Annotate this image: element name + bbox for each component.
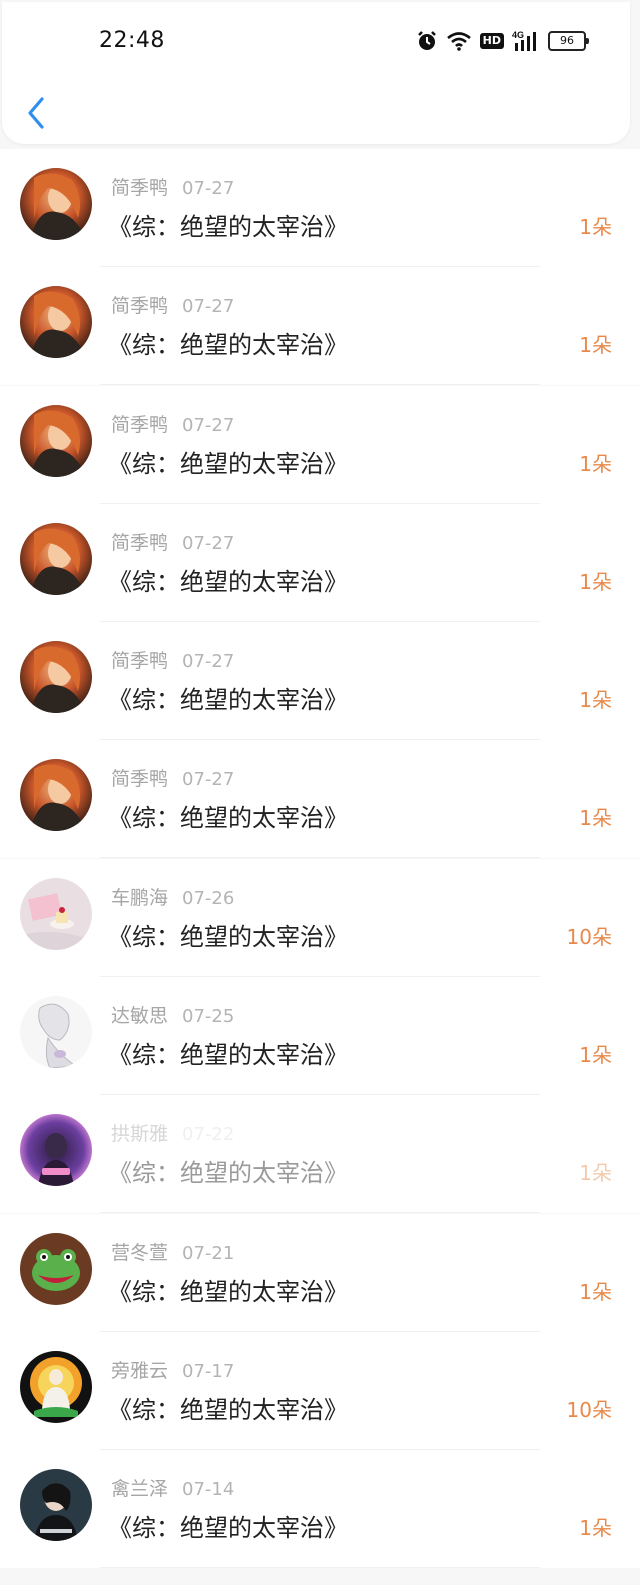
user-name: 简季鸭 <box>111 768 169 791</box>
user-name: 拱斯雅 <box>111 1123 169 1146</box>
gift-record-row[interactable]: 简季鸭 07-27 《综：绝望的太宰治》 1朵 <box>0 503 640 622</box>
flower-amount: 1朵 <box>579 451 612 476</box>
row-divider <box>100 1567 540 1569</box>
book-title: 《综：绝望的太宰治》 <box>108 922 348 951</box>
flower-amount: 1朵 <box>579 1279 612 1304</box>
hd-icon: HD <box>479 33 504 49</box>
gift-record-row[interactable]: 达敏思 07-25 《综：绝望的太宰治》 1朵 <box>0 977 640 1096</box>
user-name: 简季鸭 <box>111 650 169 673</box>
gift-record-row[interactable]: 简季鸭 07-27 《综：绝望的太宰治》 1朵 <box>0 740 640 859</box>
record-meta: 简季鸭 07-27 <box>111 646 234 673</box>
gift-record-row[interactable]: 简季鸭 07-27 《综：绝望的太宰治》 1朵 <box>0 267 640 386</box>
top-bar: 22:48 HD 4G 96 <box>2 2 630 144</box>
record-date: 07-25 <box>182 1006 235 1028</box>
book-title: 《综：绝望的太宰治》 <box>108 1041 348 1070</box>
user-name: 营冬萱 <box>111 1241 169 1264</box>
flower-amount: 1朵 <box>579 688 612 713</box>
user-name: 简季鸭 <box>111 177 169 199</box>
flower-amount: 1朵 <box>579 1043 612 1068</box>
avatar[interactable] <box>20 1469 92 1542</box>
record-date: 07-22 <box>182 1124 235 1146</box>
book-title: 《综：绝望的太宰治》 <box>108 213 348 241</box>
record-date: 07-27 <box>182 651 235 673</box>
user-name: 简季鸭 <box>111 413 169 436</box>
user-name: 简季鸭 <box>111 295 169 318</box>
book-title: 《综：绝望的太宰治》 <box>108 567 348 596</box>
record-date: 07-17 <box>182 1360 235 1382</box>
record-meta: 简季鸭 07-27 <box>111 528 234 555</box>
flower-amount: 1朵 <box>579 215 612 239</box>
user-name: 禽兰泽 <box>111 1478 169 1501</box>
book-title: 《综：绝望的太宰治》 <box>108 1277 348 1306</box>
record-meta: 拱斯雅 07-22 <box>111 1119 234 1146</box>
user-name: 简季鸭 <box>111 531 169 554</box>
avatar[interactable] <box>20 1114 92 1187</box>
avatar[interactable] <box>20 522 92 595</box>
user-name: 达敏思 <box>111 1005 169 1028</box>
book-title: 《综：绝望的太宰治》 <box>108 1395 348 1424</box>
flower-amount: 10朵 <box>566 924 612 949</box>
flower-amount: 1朵 <box>579 569 612 594</box>
flower-amount: 10朵 <box>566 1397 612 1422</box>
user-name: 旁雅云 <box>111 1359 169 1382</box>
book-title: 《综：绝望的太宰治》 <box>108 1159 348 1188</box>
record-date: 07-14 <box>182 1479 235 1501</box>
book-title: 《综：绝望的太宰治》 <box>108 449 348 478</box>
gift-record-row[interactable]: 车鹏海 07-26 《综：绝望的太宰治》 10朵 <box>0 858 640 977</box>
gift-record-row[interactable]: 禽兰泽 07-14 《综：绝望的太宰治》 1朵 <box>0 1450 640 1569</box>
gift-record-row[interactable]: 拱斯雅 07-22 《综：绝望的太宰治》 1朵 <box>0 1095 640 1214</box>
avatar[interactable] <box>20 996 92 1069</box>
book-title: 《综：绝望的太宰治》 <box>108 804 348 833</box>
record-meta: 旁雅云 07-17 <box>111 1356 234 1383</box>
battery-icon: 96 <box>548 31 589 51</box>
wifi-icon <box>446 31 472 51</box>
gift-record-row[interactable]: 简季鸭 07-27 《综：绝望的太宰治》 1朵 <box>0 385 640 504</box>
record-date: 07-26 <box>182 887 235 909</box>
avatar[interactable] <box>20 168 92 240</box>
record-date: 07-27 <box>182 414 235 436</box>
flower-amount: 1朵 <box>579 806 612 831</box>
record-meta: 禽兰泽 07-14 <box>111 1474 234 1501</box>
record-date: 07-27 <box>182 178 235 199</box>
book-title: 《综：绝望的太宰治》 <box>108 686 348 715</box>
flower-amount: 1朵 <box>579 1516 612 1541</box>
record-meta: 简季鸭 07-27 <box>111 291 234 318</box>
user-name: 车鹏海 <box>111 886 169 909</box>
svg-text:4G: 4G <box>512 30 524 40</box>
record-date: 07-27 <box>182 296 235 318</box>
record-meta: 车鹏海 07-26 <box>111 883 234 910</box>
status-icons: HD 4G 96 <box>416 30 589 52</box>
gift-record-list: 简季鸭 07-27 《综：绝望的太宰治》 1朵 简季鸭 07-27 《综：绝望的太宰… <box>0 149 640 1569</box>
record-meta: 达敏思 07-25 <box>111 1001 234 1028</box>
gift-record-row[interactable]: 旁雅云 07-17 《综：绝望的太宰治》 10朵 <box>0 1331 640 1450</box>
avatar[interactable] <box>20 1232 92 1305</box>
gift-record-row[interactable]: 营冬萱 07-21 《综：绝望的太宰治》 1朵 <box>0 1213 640 1332</box>
avatar[interactable] <box>20 759 92 832</box>
avatar[interactable] <box>20 877 92 950</box>
record-date: 07-27 <box>182 532 235 554</box>
status-time: 22:48 <box>99 28 165 53</box>
flower-amount: 1朵 <box>579 1161 612 1186</box>
record-date: 07-21 <box>182 1242 235 1264</box>
avatar[interactable] <box>20 404 92 477</box>
record-meta: 简季鸭 07-27 <box>111 173 234 200</box>
avatar[interactable] <box>20 1350 92 1423</box>
book-title: 《综：绝望的太宰治》 <box>108 331 348 360</box>
book-title: 《综：绝望的太宰治》 <box>108 1514 348 1543</box>
alarm-icon <box>416 30 438 52</box>
avatar[interactable] <box>20 641 92 714</box>
record-meta: 营冬萱 07-21 <box>111 1238 234 1265</box>
signal-4g-icon: 4G <box>512 30 540 52</box>
avatar[interactable] <box>20 286 92 359</box>
record-meta: 简季鸭 07-27 <box>111 764 234 791</box>
record-meta: 简季鸭 07-27 <box>111 410 234 437</box>
chevron-left-icon <box>28 97 44 129</box>
gift-record-row[interactable]: 简季鸭 07-27 《综：绝望的太宰治》 1朵 <box>0 149 640 267</box>
gift-record-row[interactable]: 简季鸭 07-27 《综：绝望的太宰治》 1朵 <box>0 622 640 741</box>
record-date: 07-27 <box>182 769 235 791</box>
flower-amount: 1朵 <box>579 333 612 358</box>
back-button[interactable] <box>24 96 50 130</box>
